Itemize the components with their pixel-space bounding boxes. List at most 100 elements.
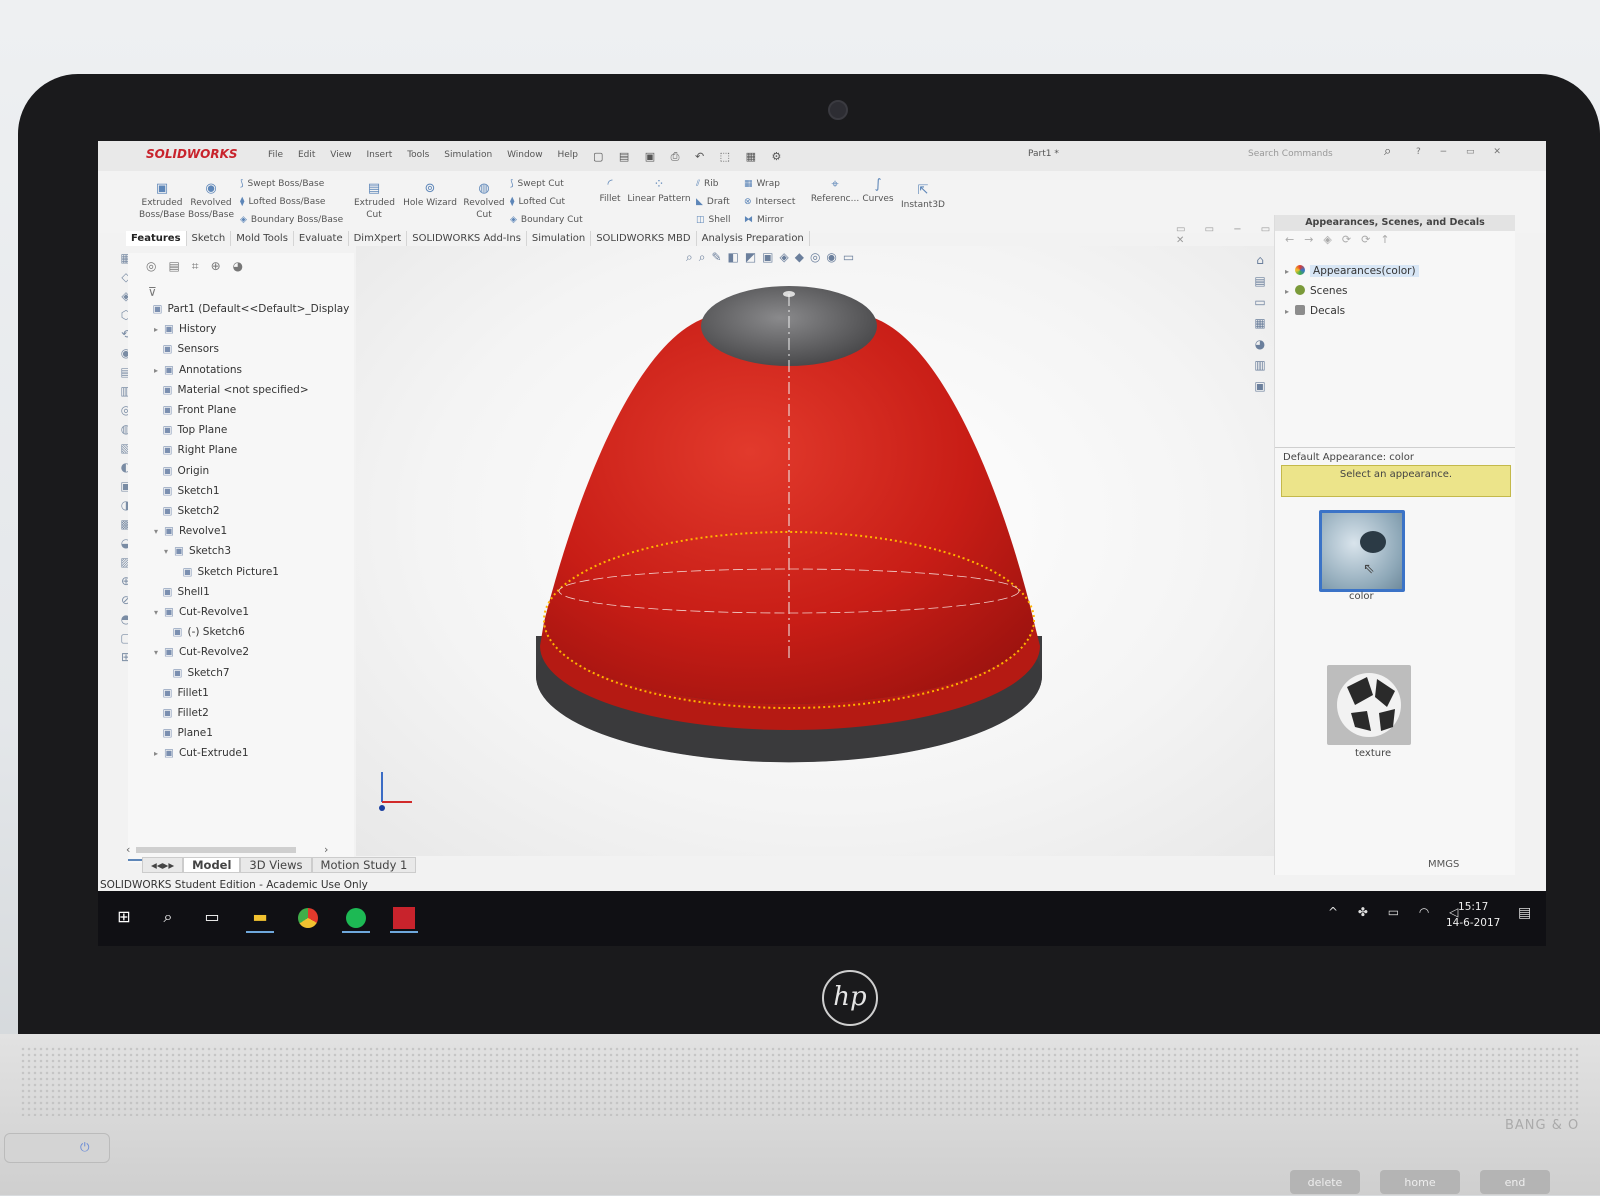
search-commands-input[interactable]: Search Commands [1248,145,1398,163]
draft-button[interactable]: ◣ Draft [696,197,730,207]
filter-icon[interactable]: ⊽ [148,285,157,299]
revolved-boss-button[interactable]: ◉ Revolved Boss/Base [188,182,234,221]
tree-node[interactable]: ▣ Fillet2 [154,707,209,719]
scenes-node[interactable]: ▸ Scenes [1285,285,1348,297]
linear-pattern-button[interactable]: ⁘ Linear Pattern [626,178,692,205]
tree-node[interactable]: ▣ Sketch Picture1 [174,566,279,578]
tree-tabs[interactable]: ◎▤⌗⊕◕ [146,259,255,274]
tree-node[interactable]: ▣ (-) Sketch6 [164,626,245,638]
lofted-boss-button[interactable]: ⧫ Lofted Boss/Base [240,197,325,207]
pane-toolbar[interactable]: ←→◈⟳⟳↑ [1285,233,1400,246]
tree-node[interactable]: ▣ Shell1 [154,586,210,598]
solidworks-taskbar-icon[interactable] [390,903,418,933]
expand-arrow-icon[interactable] [154,426,157,435]
properties-icon[interactable]: ▥ [1248,358,1272,379]
menu-insert[interactable]: Insert [366,150,392,160]
pane-divider[interactable] [1275,447,1515,448]
units-indicator[interactable]: MMGS [1428,859,1459,870]
swept-cut-button[interactable]: ⟆ Swept Cut [510,179,564,189]
tree-node[interactable]: ▣ Right Plane [154,444,238,456]
window-controls[interactable]: ? − ▭ ✕ [1416,147,1509,157]
expand-arrow-icon[interactable] [154,467,157,476]
menu-window[interactable]: Window [507,150,543,160]
curves-button[interactable]: ∫ Curves [860,178,896,205]
texture-swatch[interactable] [1327,665,1411,745]
expand-arrow-icon[interactable] [174,568,177,577]
reference-geometry-button[interactable]: ⌖ Referenc... [810,178,860,205]
extruded-boss-button[interactable]: ▣ Extruded Boss/Base [138,182,186,221]
tree-node[interactable]: ▾ ▣ Cut-Revolve2 [154,646,249,658]
menu-tools[interactable]: Tools [407,150,429,160]
palette-view-icon[interactable]: ▦ [1248,316,1272,337]
menu-help[interactable]: Help [557,150,578,160]
expand-arrow-icon[interactable]: ▾ [154,527,158,536]
expand-arrow-icon[interactable]: ▸ [154,749,158,758]
expand-arrow-icon[interactable] [154,507,157,516]
expand-arrow-icon[interactable] [164,669,167,678]
menu-file[interactable]: File [268,150,283,160]
tree-node[interactable]: ▣ Material <not specified> [154,384,309,396]
task-view-icon[interactable]: ▭ [198,903,226,931]
appearance-icon[interactable]: ◕ [1248,337,1272,358]
quick-access-toolbar[interactable]: ▢ ▤ ▣ ⎙ ↶ ⬚ ▦ ⚙ [593,150,787,164]
tree-node[interactable]: ▣ Sketch2 [154,505,220,517]
tree-node[interactable]: ▣ Sketch1 [154,485,220,497]
expand-arrow-icon[interactable] [154,588,157,597]
expand-arrow-icon[interactable] [154,446,157,455]
shell-button[interactable]: ◫ Shell [696,215,730,225]
tree-node[interactable]: ▣ Fillet1 [154,687,209,699]
tab-mbd[interactable]: SOLIDWORKS MBD [591,231,697,246]
expand-arrow-icon[interactable]: ▾ [164,547,168,556]
start-icon[interactable]: ⊞ [110,903,138,931]
mirror-button[interactable]: ⧓ Mirror [744,215,784,225]
tree-node[interactable]: ▣ Top Plane [154,424,228,436]
menu-view[interactable]: View [330,150,351,160]
tree-node[interactable]: ▣ Sensors [154,343,219,355]
instant3d-button[interactable]: ⇱ Instant3D [898,184,948,211]
boundary-cut-button[interactable]: ◈ Boundary Cut [510,215,583,225]
tree-node[interactable]: ▣ Plane1 [154,727,213,739]
hole-wizard-button[interactable]: ⊚ Hole Wizard [402,182,458,209]
tab-dimxpert[interactable]: DimXpert [349,231,408,246]
lofted-cut-button[interactable]: ⧫ Lofted Cut [510,197,565,207]
expand-arrow-icon[interactable]: ▸ [1285,287,1289,296]
forum-icon[interactable]: ▣ [1248,379,1272,400]
swept-boss-button[interactable]: ⟆ Swept Boss/Base [240,179,324,189]
expand-arrow-icon[interactable] [164,628,167,637]
intersect-button[interactable]: ⊗ Intersect [744,197,795,207]
folder-icon[interactable]: ▭ [1248,295,1272,316]
tab-analysis-preparation[interactable]: Analysis Preparation [697,231,810,246]
graphics-viewport[interactable]: ▭ ▭ − ▭ ✕ ⌕⌕✎◧◩▣◈◆◎◉▭ [356,224,1304,856]
expand-arrow-icon[interactable] [154,487,157,496]
color-swatch[interactable] [1319,510,1405,592]
expand-arrow-icon[interactable] [144,305,147,314]
tree-node[interactable]: ▸ ▣ History [154,323,216,335]
expand-arrow-icon[interactable] [154,689,157,698]
appearances-node[interactable]: ▸ Appearances(color) [1285,265,1419,277]
menu-simulation[interactable]: Simulation [444,150,492,160]
tab-nav-arrows-icon[interactable]: ◂◂▸▸ [142,857,184,873]
decals-node[interactable]: ▸ Decals [1285,305,1345,317]
boundary-boss-button[interactable]: ◈ Boundary Boss/Base [240,215,343,225]
tree-node[interactable]: ▾ ▣ Revolve1 [154,525,227,537]
tree-node[interactable]: ▣ Part1 (Default<<Default>_Display [144,303,350,315]
expand-arrow-icon[interactable] [154,709,157,718]
search-taskbar-icon[interactable]: ⌕ [154,903,182,931]
scroll-thumb[interactable] [136,847,296,853]
tab-features[interactable]: Features [126,231,187,246]
clock[interactable]: 15:17 14-6-2017 [1446,899,1500,931]
tree-node[interactable]: ▾ ▣ Cut-Revolve1 [154,606,249,618]
tab-sketch[interactable]: Sketch [187,231,232,246]
home-icon[interactable]: ⌂ [1248,253,1272,274]
wrap-button[interactable]: ▦ Wrap [744,179,780,189]
extruded-cut-button[interactable]: ▤ Extruded Cut [354,182,395,221]
search-icon[interactable]: ⌕ [1384,144,1391,159]
tab-simulation[interactable]: Simulation [527,231,592,246]
expand-arrow-icon[interactable]: ▸ [154,366,158,375]
expand-arrow-icon[interactable]: ▾ [154,648,158,657]
tab-model[interactable]: Model [183,857,241,873]
scroll-right-icon[interactable]: › [324,843,328,856]
scroll-left-icon[interactable]: ‹ [126,843,130,856]
tree-node[interactable]: ▸ ▣ Annotations [154,364,242,376]
file-explorer-icon[interactable]: ▬ [246,903,274,933]
